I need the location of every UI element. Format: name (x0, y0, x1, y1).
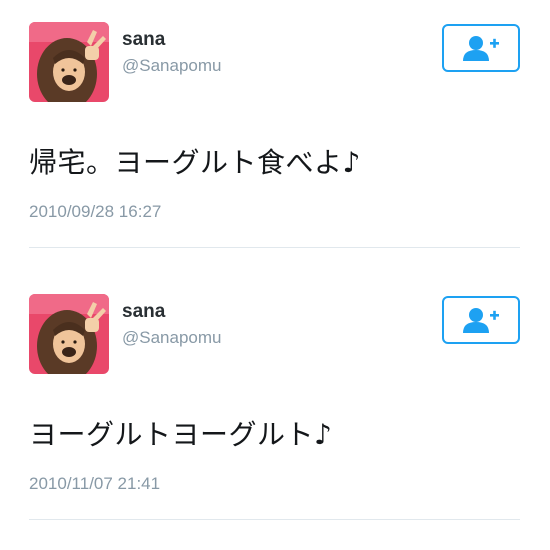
user-handle[interactable]: @Sanapomu (122, 328, 222, 348)
avatar[interactable] (29, 22, 109, 102)
follow-user-plus-icon (463, 308, 499, 333)
follow-button[interactable] (442, 296, 520, 344)
divider (29, 519, 520, 520)
follow-user-plus-icon (463, 36, 499, 61)
user-handle[interactable]: @Sanapomu (122, 56, 222, 76)
tweet-text: ヨーグルトヨーグルト♪ (29, 418, 333, 451)
tweet-text: 帰宅。ヨーグルト食べよ♪ (29, 146, 361, 179)
avatar[interactable] (29, 294, 109, 374)
tweet-timestamp[interactable]: 2010/09/28 16:27 (29, 202, 161, 222)
follow-button[interactable] (442, 24, 520, 72)
user-name[interactable]: sana (122, 29, 165, 51)
tweet-timestamp[interactable]: 2010/11/07 21:41 (29, 474, 160, 494)
user-name[interactable]: sana (122, 301, 165, 323)
divider (29, 247, 520, 248)
